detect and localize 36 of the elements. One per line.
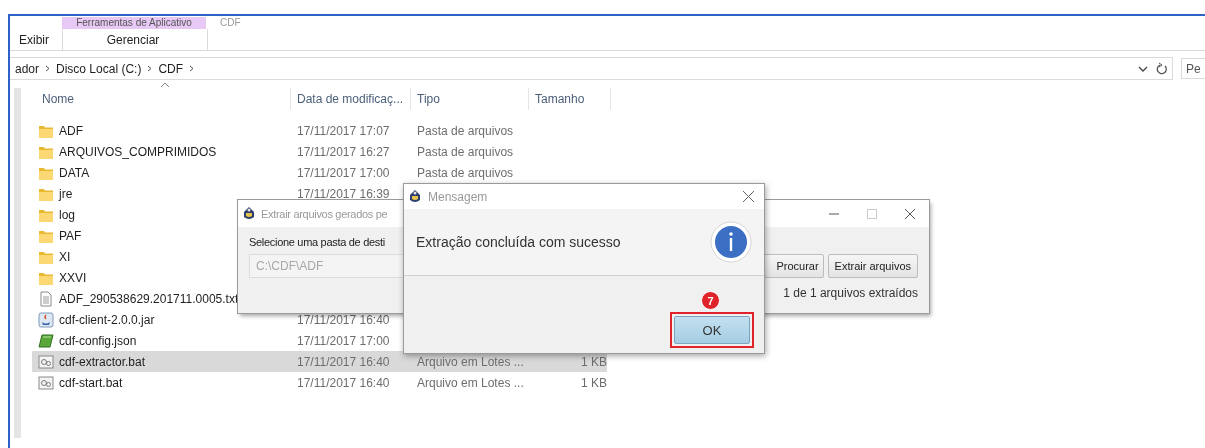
step-badge: 7 [701,291,720,310]
modified-date: 17/11/2017 17:07 [297,123,390,138]
dialog-title: Mensagem [428,189,489,204]
context-tab-label: Ferramentas de Aplicativo [62,17,206,29]
modified-date: 17/11/2017 16:27 [297,144,390,159]
field-label: Selecione uma pasta de desti [249,236,385,248]
modified-date: 17/11/2017 16:40 [297,375,390,390]
file-name: ARQUIVOS_COMPRIMIDOS [59,144,217,159]
status-text: 1 de 1 arquivos extraídos [782,286,918,300]
modified-date: 17/11/2017 16:40 [297,354,390,369]
message-text: Extração concluída com sucesso [416,234,622,250]
modified-date: 17/11/2017 17:00 [297,333,390,348]
file-size: 1 KB [581,354,607,369]
file-name: DATA [59,165,90,180]
file-name: PAF [59,228,82,243]
modified-date: 17/11/2017 16:40 [297,312,390,327]
file-name: ADF_290538629.201711.0005.txt [59,291,239,306]
file-name: ADF [59,123,83,138]
file-name: XXVI [59,270,87,285]
file-name: XI [59,249,71,264]
file-name: log [59,207,75,222]
file-size: 1 KB [581,375,607,390]
file-type: Arquivo em Lotes ... [417,354,524,369]
file-name: jre [59,186,73,201]
dialog-title: Extrair arquivos gerados pe [261,207,389,220]
file-name: cdf-start.bat [59,375,123,390]
file-name: cdf-extractor.bat [59,354,146,369]
modified-date: 17/11/2017 16:39 [297,186,390,201]
file-name: cdf-config.json [59,333,137,348]
file-type: Pasta de arquivos [417,123,514,138]
file-type: Pasta de arquivos [417,144,514,159]
modified-date: 17/11/2017 17:00 [297,165,390,180]
window-title: CDF [220,17,241,29]
file-name: cdf-client-2.0.0.jar [59,312,155,327]
file-type: Arquivo em Lotes ... [417,375,524,390]
file-type: Pasta de arquivos [417,165,514,180]
